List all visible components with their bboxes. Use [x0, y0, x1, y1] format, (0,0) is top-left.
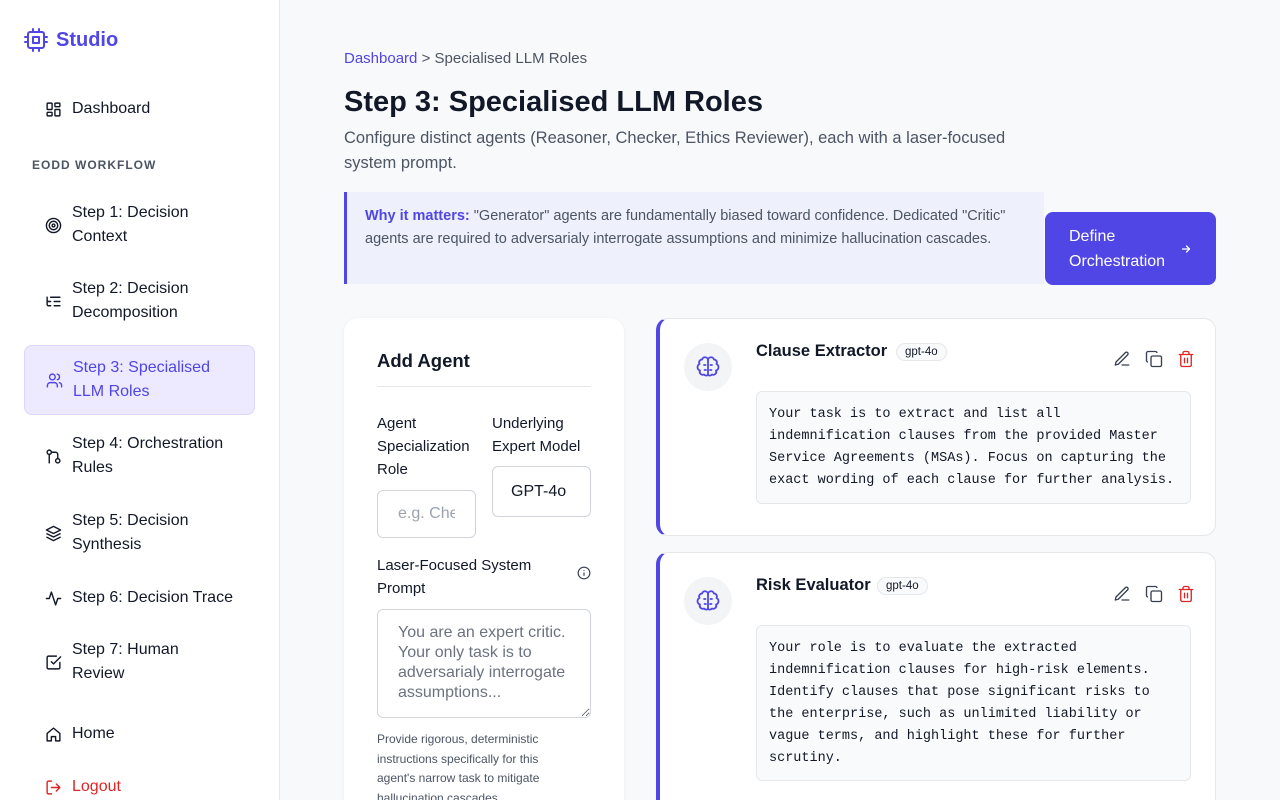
trash-icon[interactable] — [1177, 350, 1195, 368]
edit-icon[interactable] — [1113, 350, 1131, 368]
users-icon — [45, 371, 63, 389]
brand[interactable]: Studio — [24, 28, 118, 52]
sidebar-item-step-3[interactable]: Step 3: Specialised LLM Roles — [24, 345, 255, 415]
sidebar-item-label: Step 1: Decision Context — [72, 201, 189, 249]
why-it-matters-callout: Why it matters: "Generator" agents are f… — [344, 192, 1044, 284]
sidebar-item-step-5[interactable]: Step 5: Decision Synthesis — [24, 509, 255, 557]
brain-icon — [696, 356, 720, 377]
prompt-help-text: Provide rigorous, deterministic instruct… — [377, 732, 540, 800]
add-agent-card: Add Agent Agent Specialization Role Unde… — [344, 318, 624, 800]
logout-icon — [44, 778, 62, 796]
sidebar-item-home[interactable]: Home — [24, 722, 255, 746]
agent-card: Clause Extractor gpt-4o Your task is to … — [656, 318, 1216, 536]
sidebar-item-label: Step 5: Decision Synthesis — [72, 509, 189, 557]
callout-lead: Why it matters: — [365, 208, 470, 224]
define-orchestration-button[interactable]: Define Orchestration — [1045, 212, 1216, 285]
sidebar-item-label: Dashboard — [72, 100, 151, 117]
agent-actions — [1113, 585, 1195, 603]
model-badge: gpt-4o — [896, 343, 947, 361]
cpu-icon — [24, 28, 48, 52]
agent-name: Risk Evaluator — [756, 576, 871, 594]
role-label: Agent Specialization Role — [377, 415, 470, 478]
arrow-right-icon — [1181, 244, 1191, 253]
sidebar-item-step-1[interactable]: Step 1: Decision Context — [24, 201, 255, 249]
sidebar-item-label: Step 4: Orchestration Rules — [72, 432, 223, 480]
label-line: Step 4: Orchestration — [72, 435, 224, 452]
sidebar-item-label: Step 6: Decision Trace — [72, 589, 233, 606]
sidebar-item-label: Step 3: Specialised LLM Roles — [73, 356, 210, 404]
sidebar-item-step-6[interactable]: Step 6: Decision Trace — [24, 586, 255, 610]
label-line: Decomposition — [72, 304, 178, 321]
system-prompt-textarea[interactable] — [377, 609, 591, 718]
check-square-icon — [44, 653, 62, 671]
page-title: Step 3: Specialised LLM Roles — [344, 86, 763, 118]
sidebar: Studio Dashboard EODD WORKFLOW Step 1: D… — [0, 0, 280, 800]
sidebar-item-label: Home — [72, 725, 115, 742]
label-line: Step 5: Decision — [72, 512, 189, 529]
role-input[interactable] — [377, 490, 476, 538]
breadcrumb-link[interactable]: Dashboard — [344, 50, 417, 67]
sidebar-item-step-2[interactable]: Step 2: Decision Decomposition — [24, 277, 255, 325]
trash-icon[interactable] — [1177, 585, 1195, 603]
edit-icon[interactable] — [1113, 585, 1131, 603]
agent-prompt: Your task is to extract and list all ind… — [756, 391, 1191, 504]
agent-card: Risk Evaluator gpt-4o Your role is to ev… — [656, 552, 1216, 800]
brand-name: Studio — [56, 28, 119, 51]
add-agent-title: Add Agent — [377, 350, 470, 371]
copy-icon[interactable] — [1145, 585, 1163, 603]
sidebar-item-dashboard[interactable]: Dashboard — [24, 97, 255, 121]
git-branch-icon — [44, 447, 62, 465]
layout-grid-icon — [44, 100, 62, 118]
sidebar-item-logout[interactable]: Logout — [24, 775, 255, 799]
label-line: Step 3: Specialised — [73, 359, 210, 376]
label-line: Step 2: Decision — [72, 280, 189, 297]
label-line: Synthesis — [72, 536, 142, 553]
breadcrumb-separator: > — [421, 50, 431, 67]
label-line: Rules — [72, 459, 113, 476]
sidebar-item-label: Step 2: Decision Decomposition — [72, 277, 189, 325]
divider — [377, 386, 591, 387]
info-icon[interactable] — [577, 566, 591, 580]
button-label: Define Orchestration — [1069, 227, 1166, 270]
model-select[interactable]: GPT-4o — [492, 466, 591, 517]
model-label: Underlying Expert Model — [492, 415, 581, 455]
target-icon — [44, 216, 62, 234]
section-label: EODD WORKFLOW — [32, 158, 157, 172]
sidebar-item-label: Logout — [72, 778, 121, 795]
agent-avatar — [684, 343, 732, 391]
sidebar-item-label: Step 7: Human Review — [72, 641, 179, 682]
label-line: LLM Roles — [73, 383, 150, 400]
prompt-label: Laser-Focused System Prompt — [377, 557, 532, 597]
list-tree-icon — [44, 292, 62, 310]
label-line: Step 1: Decision — [72, 204, 189, 221]
model-badge: gpt-4o — [877, 577, 928, 595]
brain-icon — [696, 590, 720, 611]
agent-name: Clause Extractor — [756, 342, 888, 360]
label-line: Context — [72, 228, 128, 245]
activity-icon — [44, 589, 62, 607]
agent-actions — [1113, 350, 1195, 368]
sidebar-item-step-7[interactable]: Step 7: Human Review — [24, 638, 255, 686]
copy-icon[interactable] — [1145, 350, 1163, 368]
breadcrumb: Dashboard > Specialised LLM Roles — [344, 50, 587, 67]
agent-prompt: Your role is to evaluate the extracted i… — [756, 625, 1191, 781]
sidebar-item-step-4[interactable]: Step 4: Orchestration Rules — [24, 432, 255, 480]
breadcrumb-current: Specialised LLM Roles — [434, 50, 588, 67]
page-subtitle: Configure distinct agents (Reasoner, Che… — [344, 129, 1006, 172]
layers-icon — [44, 524, 62, 542]
home-icon — [44, 725, 62, 743]
agent-avatar — [684, 577, 732, 625]
